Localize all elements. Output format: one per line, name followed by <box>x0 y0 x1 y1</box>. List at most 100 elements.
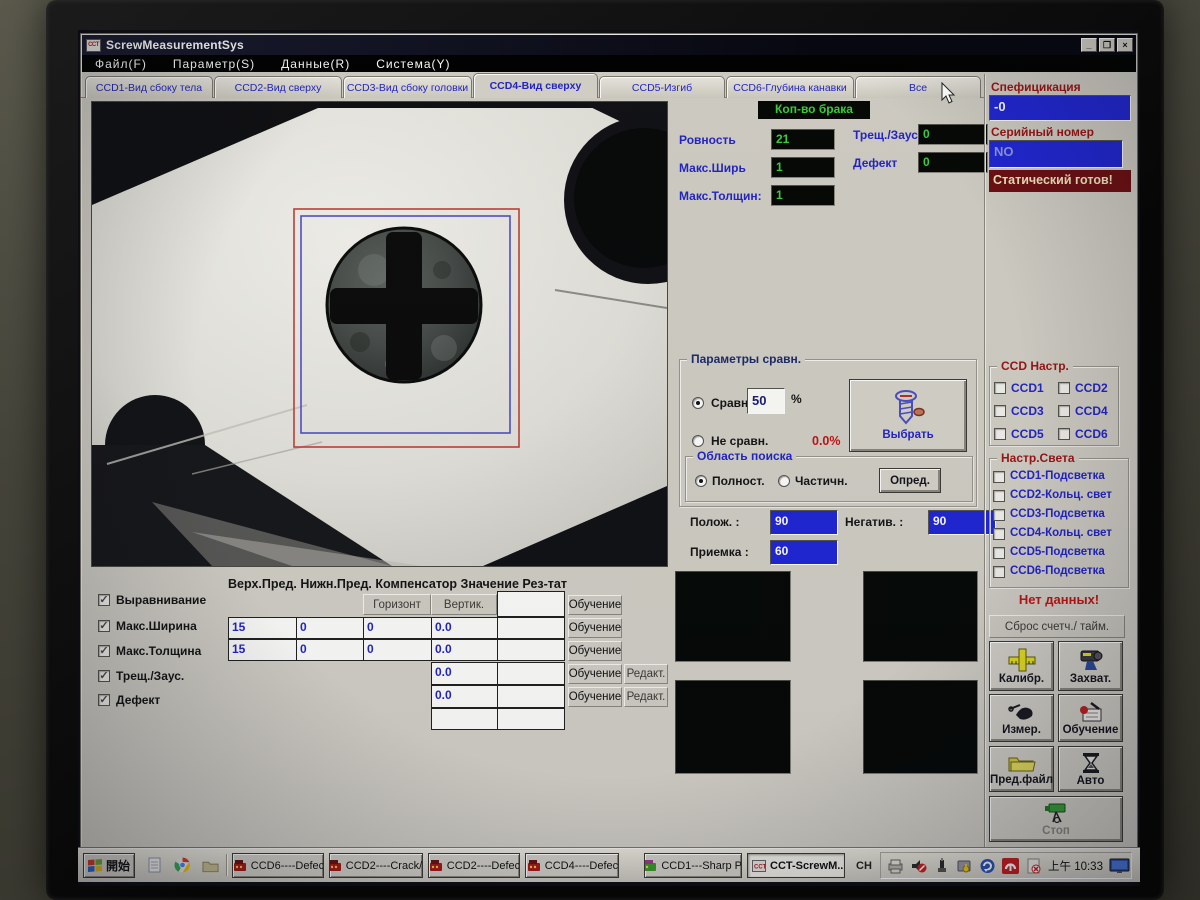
value-crack: 0.0 <box>431 662 498 685</box>
compensator-max-width[interactable]: 0 <box>363 617 432 639</box>
spec-field[interactable]: -0 <box>989 95 1131 121</box>
folder-quicklaunch-icon[interactable] <box>202 858 219 874</box>
max-thickness-checkbox[interactable]: ✓ <box>98 645 110 657</box>
capture-button[interactable]: Захват. <box>1058 641 1123 691</box>
compare-percent-input[interactable]: 50 <box>747 388 785 414</box>
tab-ccd1[interactable]: CCD1-Вид сбоку тела <box>85 76 213 98</box>
edit-button-crack[interactable]: Редакт. <box>624 664 668 684</box>
teach-button-max-width[interactable]: Обучение <box>568 618 622 638</box>
ccd5-checkbox[interactable] <box>994 428 1006 440</box>
spec-label: Спефицикация <box>991 80 1081 94</box>
display-box-1 <box>675 571 791 662</box>
ccd6-checkbox[interactable] <box>1058 428 1070 440</box>
taskbar-item-ccd6-defect[interactable]: CCD6----Defect <box>232 853 324 878</box>
ccd3-checkbox[interactable] <box>994 405 1006 417</box>
teach-button-max-thickness[interactable]: Обучение <box>568 641 622 661</box>
notepad-quicklaunch-icon[interactable] <box>146 857 163 873</box>
tab-ccd5[interactable]: CCD5-Изгиб <box>599 76 725 98</box>
printer-tray-icon[interactable] <box>887 858 904 874</box>
align-vertical-button[interactable]: Вертик. <box>431 594 497 615</box>
radio-partial-search[interactable] <box>778 475 790 487</box>
crack-label: Трещ./Заус. <box>116 669 184 683</box>
taskbar-item-ccd1-sharp[interactable]: CCD1---Sharp P.. <box>644 853 742 878</box>
upper-limit-max-width[interactable]: 15 <box>228 617 297 639</box>
max-width-checkbox[interactable]: ✓ <box>98 620 110 632</box>
select-template-label: Выбрать <box>882 429 933 441</box>
panel-separator <box>984 74 985 848</box>
calibrate-cross-icon <box>1007 648 1037 672</box>
compensator-max-thickness[interactable]: 0 <box>363 639 432 661</box>
select-template-button[interactable]: Выбрать <box>849 379 967 452</box>
language-indicator[interactable]: CH <box>852 856 876 876</box>
crack-checkbox[interactable]: ✓ <box>98 670 110 682</box>
lower-limit-max-width[interactable]: 0 <box>296 617 364 639</box>
tab-ccd3[interactable]: CCD3-Вид сбоку головки <box>343 76 472 98</box>
align-horizontal-button[interactable]: Горизонт <box>363 594 431 615</box>
display-tray-icon[interactable] <box>1109 858 1130 874</box>
accept-field[interactable]: 60 <box>770 540 838 565</box>
usb-device-tray-icon[interactable] <box>933 858 950 874</box>
taskbar-item-ccd4-defect[interactable]: CCD4----Defect <box>525 853 619 878</box>
edit-button-defect[interactable]: Редакт. <box>624 687 668 707</box>
update-swirl-tray-icon[interactable] <box>979 858 996 874</box>
value-cell-extra <box>431 708 498 730</box>
antivirus-tray-icon[interactable] <box>1002 858 1019 874</box>
reset-counter-button[interactable]: Сброс счетч./ тайм. <box>989 615 1125 638</box>
disconnected-doc-tray-icon[interactable] <box>1025 858 1042 874</box>
radio-not-compare[interactable] <box>692 435 704 447</box>
light-ccd5-checkbox[interactable] <box>993 547 1005 559</box>
lower-limit-max-thickness[interactable]: 0 <box>296 639 364 661</box>
upper-limit-max-thickness[interactable]: 15 <box>228 639 297 661</box>
light-ccd6-checkbox[interactable] <box>993 566 1005 578</box>
menu-system[interactable]: Система(Y) <box>376 57 450 71</box>
tab-ccd2[interactable]: CCD2-Вид сверху <box>214 76 342 98</box>
radio-full-search[interactable] <box>695 475 707 487</box>
taskbar-item-ccd2-crack[interactable]: CCD2----Crack/.. <box>329 853 423 878</box>
teach-button-defect[interactable]: Обучение <box>568 687 622 707</box>
tab-all[interactable]: Все <box>855 76 981 98</box>
menu-data[interactable]: Данные(R) <box>281 57 350 71</box>
define-button[interactable]: Опред. <box>879 468 941 493</box>
prev-file-button[interactable]: Пред.файл <box>989 746 1054 792</box>
ccd2-checkbox[interactable] <box>1058 382 1070 394</box>
light-ccd4-checkbox[interactable] <box>993 528 1005 540</box>
chrome-quicklaunch-icon[interactable] <box>174 857 191 873</box>
light-ccd2-checkbox[interactable] <box>993 490 1005 502</box>
minimize-button[interactable]: _ <box>1081 38 1097 52</box>
result-cell-alignment <box>497 591 565 617</box>
ccd4-checkbox[interactable] <box>1058 405 1070 417</box>
stop-button[interactable]: Стоп <box>989 796 1123 842</box>
light-ccd2-label: CCD2-Кольц. свет <box>1010 489 1112 501</box>
measure-button[interactable]: Измер. <box>989 694 1054 742</box>
window-title: ScrewMeasurementSys <box>106 38 244 52</box>
teach-button-crack[interactable]: Обучение <box>568 664 622 684</box>
menu-file[interactable]: Файл(F) <box>95 57 147 71</box>
close-button[interactable]: × <box>1117 38 1133 52</box>
light-ccd1-checkbox[interactable] <box>993 471 1005 483</box>
tab-ccd4-active[interactable]: CCD4-Вид сверху <box>473 73 598 98</box>
calibrate-button[interactable]: Калибр. <box>989 641 1054 691</box>
radio-compare[interactable] <box>692 397 704 409</box>
tab-strip: CCD1-Вид сбоку тела CCD2-Вид сверху CCD3… <box>81 73 985 98</box>
negative-field[interactable]: 90 <box>928 510 996 535</box>
menu-param[interactable]: Параметр(S) <box>173 57 255 71</box>
volume-mute-tray-icon[interactable] <box>910 858 927 874</box>
tab-ccd6[interactable]: CCD6-Глубина канавки <box>726 76 854 98</box>
start-button[interactable]: 開始 <box>83 853 135 878</box>
light-ccd3-checkbox[interactable] <box>993 509 1005 521</box>
taskbar-item-ccd2-defect[interactable]: CCD2----Defect <box>428 853 520 878</box>
alignment-checkbox[interactable]: ✓ <box>98 594 110 606</box>
max-thickness-label: Макс.Толщина <box>116 644 201 658</box>
positive-field[interactable]: 90 <box>770 510 838 535</box>
serial-field[interactable]: NO <box>989 140 1123 168</box>
teach-button[interactable]: Обучение <box>1058 694 1123 742</box>
teach-button-alignment[interactable]: Обучение <box>568 595 622 615</box>
defect-checkbox[interactable]: ✓ <box>98 694 110 706</box>
ccd4-label: CCD4 <box>1075 404 1108 418</box>
ccd1-checkbox[interactable] <box>994 382 1006 394</box>
taskbar-item-cct-screwm-active[interactable]: CCT CCT-ScrewM... <box>747 853 845 878</box>
restore-button[interactable]: ❐ <box>1099 38 1115 52</box>
auto-button[interactable]: Авто <box>1058 746 1123 792</box>
security-key-tray-icon[interactable] <box>956 858 973 874</box>
radio-not-compare-label: Не сравн. <box>711 434 768 448</box>
